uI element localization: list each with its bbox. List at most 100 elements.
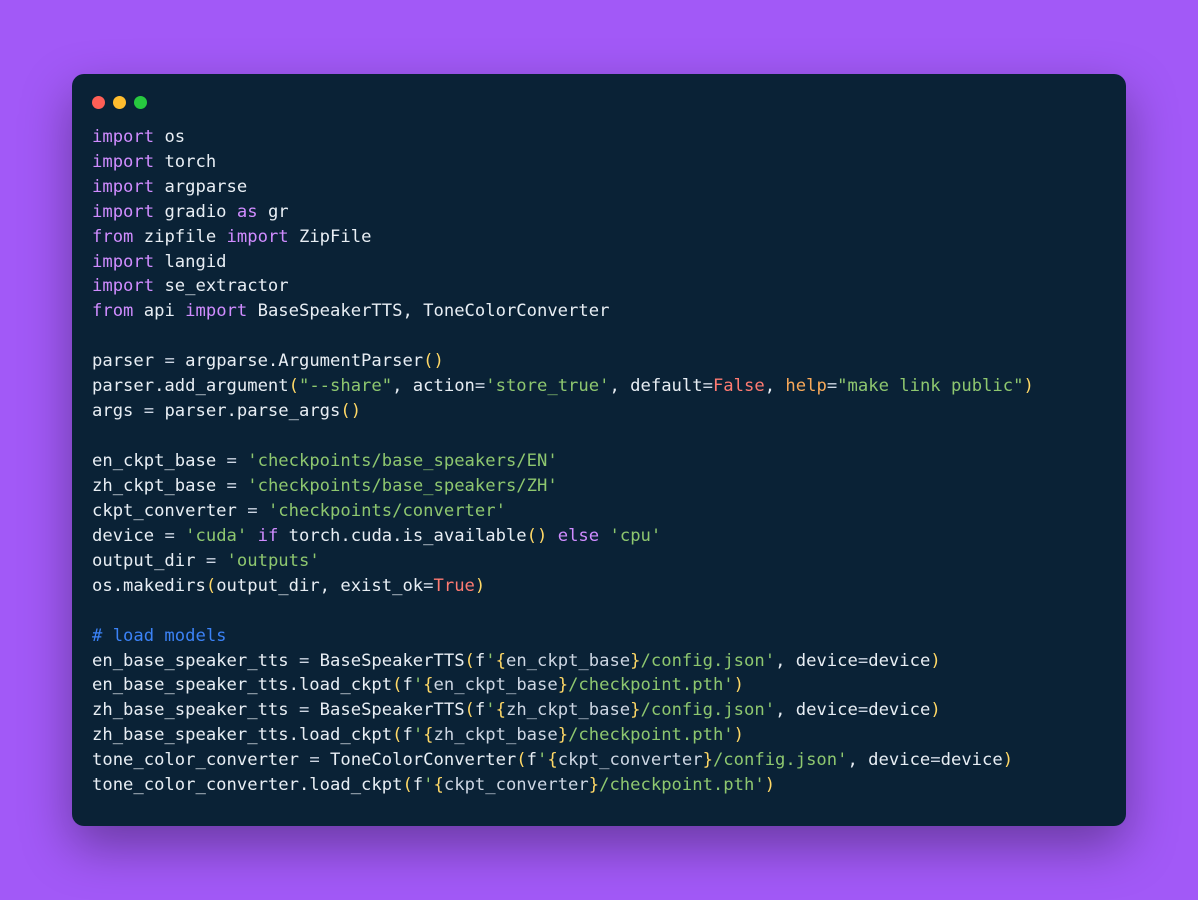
code-token: , device xyxy=(847,750,930,770)
code-token: = xyxy=(164,526,174,546)
code-token: parser xyxy=(92,351,164,371)
code-token: ) xyxy=(930,700,940,720)
code-token: argparse xyxy=(154,177,247,197)
code-token: f xyxy=(475,700,485,720)
code-token: 'cuda' xyxy=(185,526,247,546)
code-token: = xyxy=(930,750,940,770)
code-token: output_dir xyxy=(92,551,206,571)
code-token: /config.json' xyxy=(641,700,776,720)
code-token: = xyxy=(164,351,174,371)
code-token: import xyxy=(185,301,247,321)
code-token: argparse.ArgumentParser xyxy=(175,351,423,371)
code-token: langid xyxy=(154,252,226,272)
code-token: ToneColorConverter xyxy=(320,750,517,770)
code-token: { xyxy=(496,651,506,671)
code-token: f xyxy=(402,725,412,745)
code-token: api xyxy=(133,301,185,321)
minimize-icon[interactable] xyxy=(113,96,126,109)
code-token: = xyxy=(309,750,319,770)
code-token: ) xyxy=(930,651,940,671)
code-token: ' xyxy=(413,725,423,745)
code-token: import xyxy=(92,177,154,197)
code-token: os.makedirs xyxy=(92,576,206,596)
code-token: else xyxy=(558,526,599,546)
code-token: ' xyxy=(485,651,495,671)
code-token: { xyxy=(496,700,506,720)
code-token: 'outputs' xyxy=(227,551,320,571)
code-token: os xyxy=(154,127,185,147)
code-token: /config.json' xyxy=(641,651,776,671)
code-token: /config.json' xyxy=(713,750,848,770)
code-token xyxy=(247,526,257,546)
code-token: = xyxy=(475,376,485,396)
code-token: ( xyxy=(465,700,475,720)
code-token: en_base_speaker_tts xyxy=(92,651,299,671)
code-token: ckpt_converter xyxy=(92,501,247,521)
code-token: tone_color_converter.load_ckpt xyxy=(92,775,402,795)
code-token: = xyxy=(858,651,868,671)
code-token: ' xyxy=(537,750,547,770)
code-token: /checkpoint.pth' xyxy=(568,675,734,695)
code-token: } xyxy=(558,725,568,745)
code-token: en_ckpt_base xyxy=(92,451,227,471)
code-token: zh_base_speaker_tts.load_ckpt xyxy=(92,725,392,745)
code-token: = xyxy=(144,401,154,421)
code-token: se_extractor xyxy=(154,276,289,296)
code-token: } xyxy=(703,750,713,770)
code-token: = xyxy=(227,451,237,471)
code-block: import os import torch import argparse i… xyxy=(72,125,1126,798)
code-token: zh_base_speaker_tts xyxy=(92,700,299,720)
code-token: f xyxy=(413,775,423,795)
code-token: , device xyxy=(775,651,858,671)
code-token: zh_ckpt_base xyxy=(434,725,558,745)
code-token: f xyxy=(527,750,537,770)
code-token: 'store_true' xyxy=(485,376,609,396)
code-token: 'checkpoints/converter' xyxy=(268,501,506,521)
code-token: en_ckpt_base xyxy=(434,675,558,695)
code-token: True xyxy=(434,576,475,596)
code-token: = xyxy=(858,700,868,720)
code-token: device xyxy=(941,750,1003,770)
code-token: torch xyxy=(154,152,216,172)
code-token: device xyxy=(92,526,164,546)
code-token xyxy=(237,451,247,471)
code-window: import os import torch import argparse i… xyxy=(72,74,1126,826)
code-token: = xyxy=(703,376,713,396)
code-token: BaseSpeakerTTS, ToneColorConverter xyxy=(247,301,609,321)
code-token: = xyxy=(206,551,216,571)
code-token: = xyxy=(247,501,257,521)
code-token: en_base_speaker_tts.load_ckpt xyxy=(92,675,392,695)
code-token xyxy=(237,476,247,496)
code-token: args xyxy=(92,401,144,421)
zoom-icon[interactable] xyxy=(134,96,147,109)
code-token: ckpt_converter xyxy=(558,750,703,770)
code-token: () xyxy=(423,351,444,371)
code-token: ZipFile xyxy=(289,227,372,247)
code-token: ckpt_converter xyxy=(444,775,589,795)
code-token: , device xyxy=(775,700,858,720)
code-token: } xyxy=(630,700,640,720)
code-token xyxy=(258,501,268,521)
code-token: tone_color_converter xyxy=(92,750,309,770)
code-token: # load models xyxy=(92,626,227,646)
code-token: () xyxy=(527,526,548,546)
code-token: = xyxy=(827,376,837,396)
code-token: = xyxy=(299,651,309,671)
code-token: 'checkpoints/base_speakers/ZH' xyxy=(247,476,557,496)
code-token: } xyxy=(630,651,640,671)
code-token: ( xyxy=(392,675,402,695)
code-token: from xyxy=(92,227,133,247)
window-titlebar xyxy=(72,94,1126,125)
code-token xyxy=(175,526,185,546)
code-token: , xyxy=(765,376,786,396)
code-token: ' xyxy=(485,700,495,720)
code-token: , default xyxy=(609,376,702,396)
code-token: /checkpoint.pth' xyxy=(599,775,765,795)
code-token: , action xyxy=(392,376,475,396)
code-token: BaseSpeakerTTS xyxy=(309,651,464,671)
code-token: ) xyxy=(1003,750,1013,770)
close-icon[interactable] xyxy=(92,96,105,109)
code-token: gr xyxy=(258,202,289,222)
code-token: import xyxy=(92,152,154,172)
code-token: f xyxy=(402,675,412,695)
